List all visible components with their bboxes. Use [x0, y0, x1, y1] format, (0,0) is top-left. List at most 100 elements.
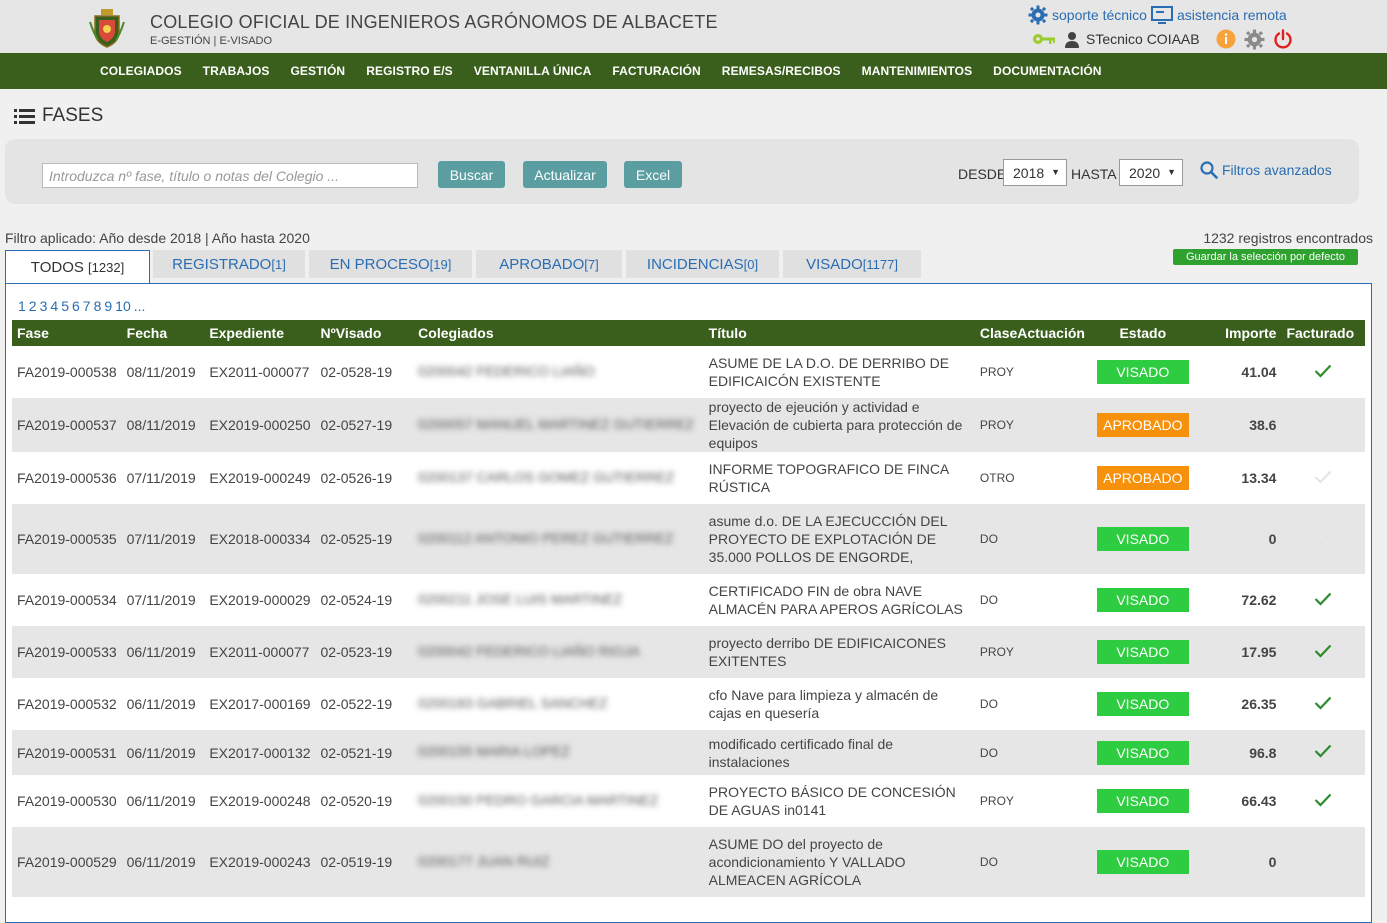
nav-item-registro[interactable]: REGISTRO E/S	[366, 64, 453, 78]
col-visado[interactable]: NºVisado	[315, 320, 414, 346]
fase-link[interactable]: FA2019-000532	[12, 678, 122, 730]
estado-cell: VISADO	[1089, 775, 1196, 827]
main-nav: COLEGIADOS TRABAJOS GESTIÓN REGISTRO E/S…	[0, 53, 1387, 89]
fase-link[interactable]: FA2019-000536	[12, 452, 122, 504]
tab-incidencias[interactable]: INCIDENCIAS [0]	[626, 250, 779, 278]
expediente-link[interactable]: EX2019-000243	[204, 827, 316, 897]
col-importe[interactable]: Importe	[1195, 320, 1282, 346]
page-link[interactable]: 1	[18, 298, 26, 314]
fase-link[interactable]: FA2019-000533	[12, 626, 122, 678]
status-badge[interactable]: APROBADO	[1096, 466, 1189, 490]
nav-item-gestion[interactable]: GESTIÓN	[290, 64, 345, 78]
visado-cell: 02-0528-19	[315, 346, 414, 398]
advanced-filters-link[interactable]: Filtros avanzados	[1200, 161, 1332, 179]
nav-item-mantenimientos[interactable]: MANTENIMIENTOS	[862, 64, 973, 78]
fase-link[interactable]: FA2019-000531	[12, 730, 122, 775]
key-icon[interactable]	[1032, 32, 1056, 46]
page-link[interactable]: 2	[29, 298, 37, 314]
desde-select[interactable]: 2018 ▼	[1003, 159, 1067, 186]
expediente-link[interactable]: EX2019-000249	[204, 452, 316, 504]
col-expediente[interactable]: Expediente	[204, 320, 316, 346]
fase-link[interactable]: FA2019-000530	[12, 775, 122, 827]
info-icon[interactable]	[1216, 29, 1236, 49]
clase-cell: DO	[974, 504, 1090, 574]
power-icon[interactable]	[1273, 29, 1293, 49]
nav-item-facturacion[interactable]: FACTURACIÓN	[612, 64, 700, 78]
fecha-cell: 07/11/2019	[121, 452, 205, 504]
expediente-link[interactable]: EX2019-000250	[204, 398, 316, 452]
settings-icon[interactable]	[1244, 29, 1265, 50]
page-link-more[interactable]: ...	[134, 298, 146, 314]
table-row: FA2019-000537 08/11/2019 EX2019-000250 02-0…	[12, 398, 1365, 452]
tab-visado[interactable]: VISADO [1177]	[783, 250, 921, 278]
support-link[interactable]: soporte técnico	[1028, 5, 1147, 25]
page-link[interactable]: 4	[50, 298, 58, 314]
col-fase[interactable]: Fase	[12, 320, 122, 346]
expediente-link[interactable]: EX2017-000132	[204, 730, 316, 775]
col-fecha[interactable]: Fecha	[121, 320, 205, 346]
col-estado[interactable]: Estado	[1089, 320, 1196, 346]
page-link[interactable]: 6	[72, 298, 80, 314]
colegiado-name-blurred: 0200042 FEDERICO LIAÑO	[418, 362, 595, 379]
status-badge[interactable]: APROBADO	[1096, 413, 1189, 437]
tab-count: [19]	[429, 256, 452, 272]
fase-link[interactable]: FA2019-000529	[12, 827, 122, 897]
page-link[interactable]: 5	[61, 298, 69, 314]
page-link[interactable]: 10	[115, 298, 131, 314]
tab-registrado[interactable]: REGISTRADO [1]	[153, 250, 305, 278]
page-link[interactable]: 8	[94, 298, 102, 314]
tab-en-proceso[interactable]: EN PROCESO [19]	[309, 250, 472, 278]
nav-item-trabajos[interactable]: TRABAJOS	[203, 64, 270, 78]
user-icon	[1064, 31, 1080, 48]
expediente-link[interactable]: EX2019-000248	[204, 775, 316, 827]
status-badge[interactable]: VISADO	[1096, 588, 1189, 612]
expediente-link[interactable]: EX2017-000169	[204, 678, 316, 730]
expediente-link[interactable]: EX2011-000077	[204, 626, 316, 678]
nav-item-documentacion[interactable]: DOCUMENTACIÓN	[993, 64, 1101, 78]
clase-cell: DO	[974, 730, 1090, 775]
tab-aprobado[interactable]: APROBADO [7]	[476, 250, 622, 278]
nav-item-colegiados[interactable]: COLEGIADOS	[100, 64, 182, 78]
visado-cell: 02-0525-19	[315, 504, 414, 574]
tab-todos[interactable]: TODOS [1232]	[5, 250, 150, 283]
search-input[interactable]	[42, 163, 418, 188]
save-default-button[interactable]: Guardar la selección por defecto	[1173, 249, 1358, 265]
status-badge[interactable]: VISADO	[1096, 789, 1189, 813]
nav-item-ventanilla[interactable]: VENTANILLA ÚNICA	[474, 64, 592, 78]
page-link[interactable]: 3	[40, 298, 48, 314]
fase-link[interactable]: FA2019-000538	[12, 346, 122, 398]
fase-link[interactable]: FA2019-000537	[12, 398, 122, 452]
status-badge[interactable]: VISADO	[1096, 740, 1189, 765]
expediente-link[interactable]: EX2011-000077	[204, 346, 316, 398]
hasta-select[interactable]: 2020 ▼	[1119, 159, 1183, 186]
clase-cell: DO	[974, 574, 1090, 626]
check-icon-inactive	[1315, 531, 1332, 544]
excel-button[interactable]: Excel	[624, 161, 682, 188]
fase-link[interactable]: FA2019-000534	[12, 574, 122, 626]
nav-item-remesas[interactable]: REMESAS/RECIBOS	[722, 64, 841, 78]
status-badge[interactable]: VISADO	[1096, 640, 1189, 664]
col-clase[interactable]: ClaseActuación	[974, 320, 1090, 346]
expediente-link[interactable]: EX2019-000029	[204, 574, 316, 626]
tab-count: [1]	[271, 256, 286, 272]
colegiados-cell: 0200137 CARLOS GOMEZ GUTIERREZ	[413, 452, 704, 504]
table-body: FA2019-000538 08/11/2019 EX2011-000077 02-0…	[12, 346, 1365, 897]
colegiado-name-blurred: 0200112 ANTONIO PEREZ GUTIERREZ	[418, 529, 674, 546]
remote-assist-link[interactable]: asistencia remota	[1150, 5, 1287, 25]
buscar-button[interactable]: Buscar	[438, 161, 505, 188]
col-facturado[interactable]: Facturado	[1281, 320, 1365, 346]
page-link[interactable]: 9	[104, 298, 112, 314]
col-titulo[interactable]: Título	[703, 320, 975, 346]
status-badge[interactable]: VISADO	[1096, 527, 1189, 551]
actualizar-button[interactable]: Actualizar	[523, 161, 607, 188]
status-badge[interactable]: VISADO	[1096, 360, 1189, 384]
expediente-link[interactable]: EX2018-000334	[204, 504, 316, 574]
filter-applied: Filtro aplicado: Año desde 2018 | Año ha…	[5, 230, 310, 246]
estado-cell: VISADO	[1089, 346, 1196, 398]
titulo-cell: PROYECTO BÁSICO DE CONCESIÓN DE AGUAS in…	[703, 775, 975, 827]
status-badge[interactable]: VISADO	[1096, 850, 1189, 874]
col-colegiados[interactable]: Colegiados	[413, 320, 704, 346]
page-link[interactable]: 7	[83, 298, 91, 314]
status-badge[interactable]: VISADO	[1096, 692, 1189, 716]
fase-link[interactable]: FA2019-000535	[12, 504, 122, 574]
